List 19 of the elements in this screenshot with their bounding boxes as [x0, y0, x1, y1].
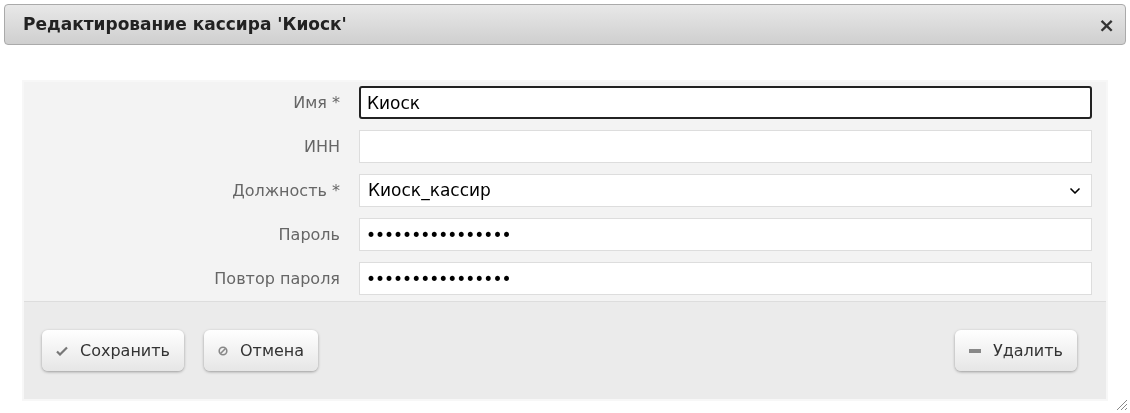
resize-grip-icon: [1116, 399, 1128, 411]
input-field[interactable]: [359, 130, 1092, 163]
check-icon: [56, 345, 68, 356]
delete-button[interactable]: Удалить: [955, 330, 1077, 371]
select-field[interactable]: Киоск_кассир: [359, 174, 1092, 207]
input-field[interactable]: Киоск: [359, 86, 1092, 119]
field-label: Имя *: [292, 91, 340, 114]
field-label: Пароль: [277, 223, 340, 246]
password-field[interactable]: ••••••••••••••••: [359, 262, 1092, 295]
cancel-icon: [218, 345, 228, 356]
cancel-button[interactable]: Отмена: [204, 330, 319, 371]
password-field[interactable]: ••••••••••••••••: [359, 218, 1092, 251]
field-label: Должность *: [231, 179, 340, 202]
save-button[interactable]: Сохранить: [42, 330, 184, 371]
field-label: Повтор пароля: [213, 267, 340, 290]
minus-icon: [969, 348, 981, 353]
field-label: ИНН: [302, 135, 340, 158]
close-button[interactable]: ×: [1098, 14, 1115, 35]
window-title: Редактирование кассира 'Киоск': [23, 12, 347, 36]
